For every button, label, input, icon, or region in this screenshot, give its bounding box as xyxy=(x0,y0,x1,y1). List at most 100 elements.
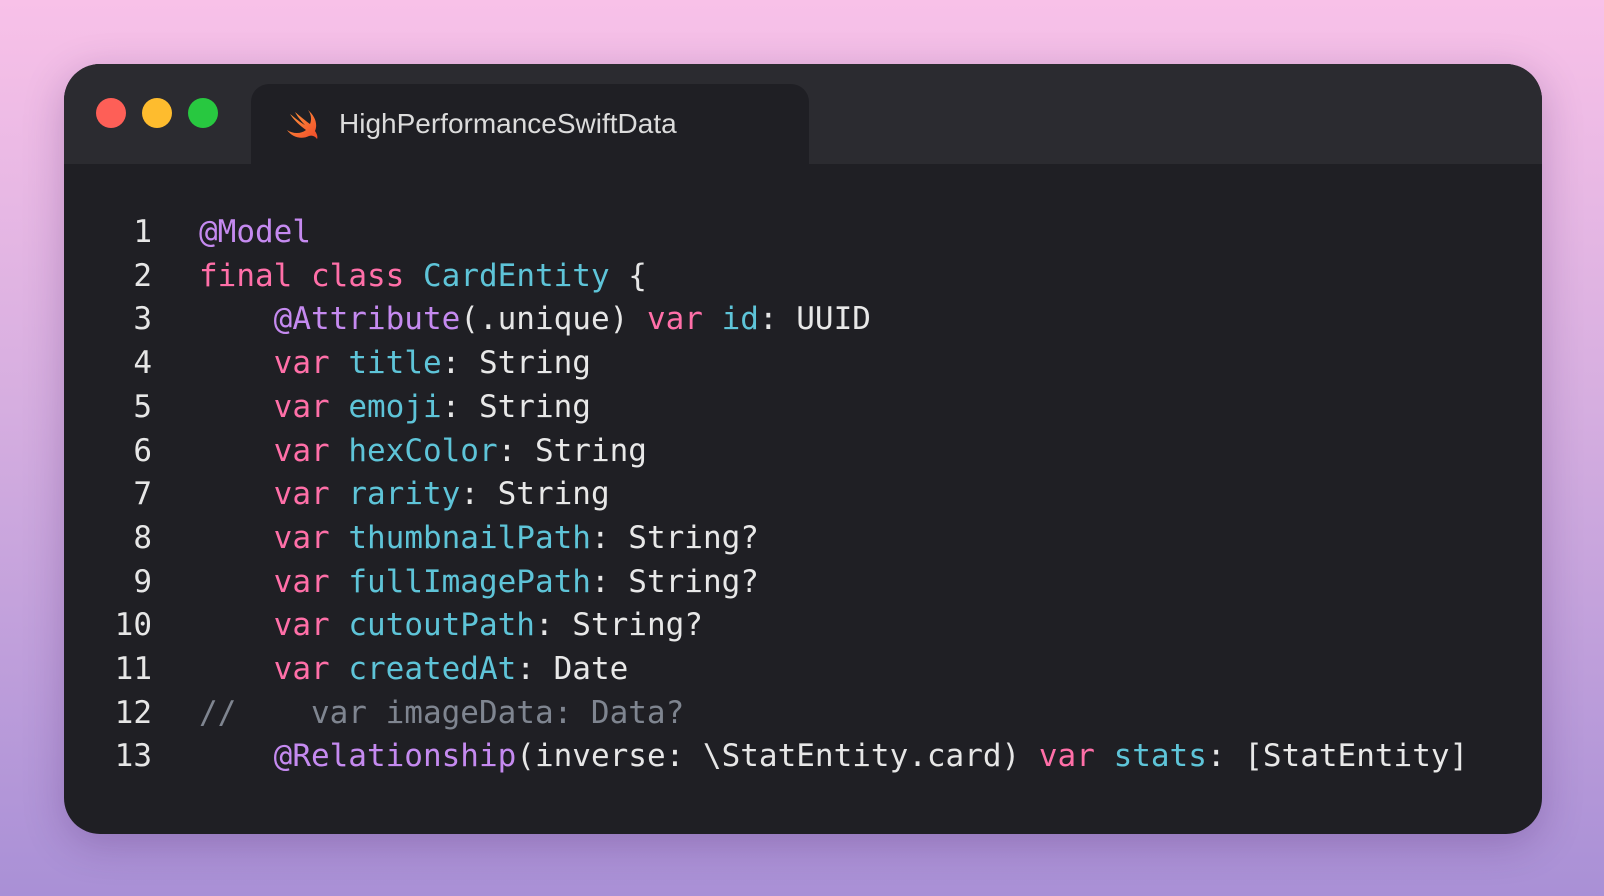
code-token: var xyxy=(273,345,330,382)
code-token: String? xyxy=(572,607,703,644)
code-token: emoji xyxy=(348,388,442,425)
code-token: final xyxy=(199,257,293,294)
swift-icon xyxy=(287,110,318,139)
code-token: var xyxy=(1038,738,1095,775)
code-token: @Model xyxy=(199,214,311,250)
code-token: String xyxy=(478,388,591,425)
code-token: title xyxy=(348,345,442,382)
code-token: : xyxy=(460,476,498,513)
code-token: : xyxy=(1206,738,1245,775)
code-text: @Attribute(.unique) var id: UUID xyxy=(199,297,871,341)
code-token: var xyxy=(646,301,703,338)
code-token: cutoutPath xyxy=(348,607,535,644)
code-text: var emoji: String xyxy=(199,385,591,429)
code-token: var xyxy=(273,519,330,556)
code-text: var createdAt: Date xyxy=(199,647,629,691)
code-text: var title: String xyxy=(199,341,591,385)
file-tab[interactable]: HighPerformanceSwiftData xyxy=(251,84,809,164)
code-token: @Attribute xyxy=(273,301,461,338)
line-number: 9 xyxy=(133,563,152,600)
code-text: var rarity: String xyxy=(199,472,610,516)
code-token: id xyxy=(721,301,759,338)
code-token: : xyxy=(441,345,479,382)
code-token: String? xyxy=(628,519,759,556)
code-text: var thumbnailPath: String? xyxy=(199,516,759,560)
code-token: var xyxy=(273,432,330,469)
code-token: : xyxy=(534,607,573,644)
code-text: final class CardEntity { xyxy=(199,254,647,298)
zoom-window-button[interactable] xyxy=(188,98,218,128)
line-number: 2 xyxy=(133,257,152,294)
code-token: : xyxy=(590,563,629,600)
code-token: var xyxy=(273,563,330,600)
code-token: var xyxy=(273,476,330,513)
code-token: rarity xyxy=(348,476,461,513)
code-token: thumbnailPath xyxy=(348,519,591,556)
line-number: 13 xyxy=(114,738,152,775)
code-text: var hexColor: String xyxy=(199,429,647,473)
code-token: // var imageData: Data? xyxy=(199,694,685,731)
code-token: : xyxy=(758,301,797,338)
code-token: String xyxy=(534,432,647,469)
code-token: hexColor xyxy=(348,432,498,469)
code-token: Date xyxy=(553,651,629,687)
line-number: 8 xyxy=(133,519,152,556)
code-text: var fullImagePath: String? xyxy=(199,560,759,604)
line-number: 10 xyxy=(114,607,152,644)
code-token: { xyxy=(609,257,647,294)
line-number: 3 xyxy=(133,301,152,338)
line-number: 12 xyxy=(114,694,152,731)
code-token: CardEntity xyxy=(423,257,610,294)
line-number: 11 xyxy=(114,651,152,687)
code-text: @Relationship(inverse: \StatEntity.card)… xyxy=(199,734,1469,778)
line-number: 7 xyxy=(133,476,152,513)
code-token: fullImagePath xyxy=(348,563,591,600)
line-number: 4 xyxy=(133,345,152,382)
code-token: : xyxy=(441,388,479,425)
code-token: String xyxy=(497,476,610,513)
code-token: : xyxy=(590,519,629,556)
code-token: (.unique) xyxy=(460,301,647,338)
line-number: 5 xyxy=(133,388,152,425)
code-text: // var imageData: Data? xyxy=(199,691,684,735)
code-token: class xyxy=(311,257,405,294)
code-token: UUID xyxy=(796,301,871,338)
code-token: [StatEntity] xyxy=(1244,738,1469,775)
minimize-window-button[interactable] xyxy=(142,98,172,128)
code-window: HighPerformanceSwiftData 1 @Model 2 final c… xyxy=(64,64,1542,834)
line-number: 1 xyxy=(133,214,152,250)
code-token: @Relationship xyxy=(273,738,517,775)
close-window-button[interactable] xyxy=(96,98,126,128)
code-token: var xyxy=(273,651,330,687)
tab-title: HighPerformanceSwiftData xyxy=(339,108,677,139)
code-token: String xyxy=(478,345,591,382)
code-token: String? xyxy=(628,563,759,600)
code-token: (inverse: \StatEntity.card) xyxy=(516,738,1039,775)
code-token: var xyxy=(273,607,330,644)
code-token: stats xyxy=(1113,738,1207,775)
title-bar: HighPerformanceSwiftData xyxy=(64,64,1542,164)
line-number: 6 xyxy=(133,432,152,469)
code-token: : xyxy=(497,432,535,469)
code-text: var cutoutPath: String? xyxy=(199,603,703,647)
